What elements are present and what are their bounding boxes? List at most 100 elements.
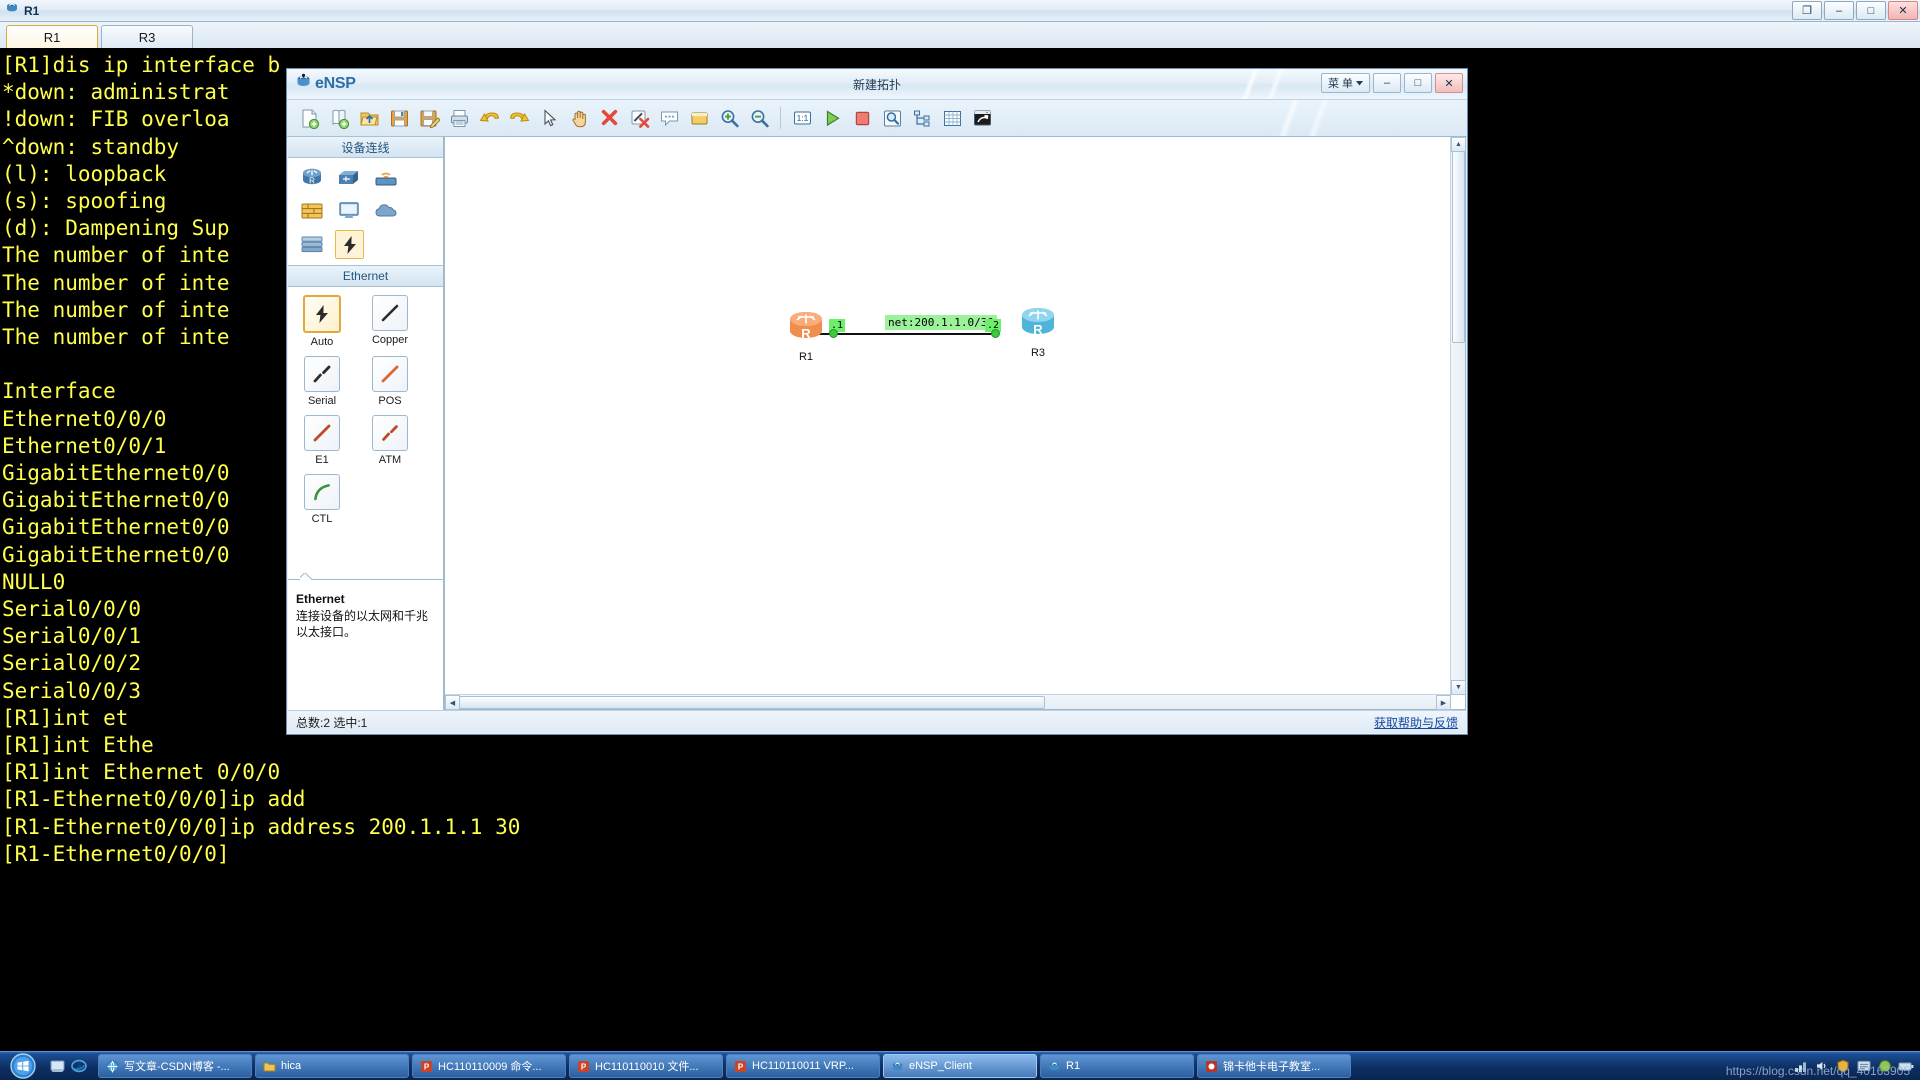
scroll-right-icon[interactable]: ▶ — [1436, 695, 1451, 710]
terminal-tab-r1[interactable]: R1 — [6, 25, 98, 49]
task-label-5: eNSP_Client — [909, 1060, 972, 1072]
terminal-close-button[interactable]: ✕ — [1888, 1, 1918, 20]
topology-tree-icon[interactable] — [908, 104, 936, 132]
ensp-menu-label: 菜 单 — [1327, 78, 1353, 90]
topology-node-r3-label: R3 — [1030, 347, 1046, 359]
task-button-1[interactable]: hica — [255, 1054, 409, 1078]
pos-link-icon[interactable] — [372, 356, 408, 392]
link-left-status-dot — [829, 329, 838, 338]
task-button-3[interactable]: P HC110110010 文件... — [569, 1054, 723, 1078]
scroll-down-icon[interactable]: ▼ — [1451, 680, 1466, 695]
ensp-window: eNSP 新建拓扑 菜 单 – □ ✕ 1:1 设备连线 R Ethernet … — [286, 68, 1468, 735]
terminal-minimize-button[interactable]: – — [1824, 1, 1854, 20]
show-desktop-icon[interactable] — [46, 1054, 68, 1078]
undo-icon[interactable] — [475, 104, 503, 132]
ensp-icon — [890, 1059, 904, 1073]
task-button-5[interactable]: eNSP_Client — [883, 1054, 1037, 1078]
router-category-icon[interactable]: R — [298, 164, 325, 191]
ensp-device-icon — [5, 1, 19, 20]
open-file-icon[interactable] — [355, 104, 383, 132]
grid-icon[interactable] — [938, 104, 966, 132]
connection-item-atm[interactable]: ATM — [356, 415, 424, 466]
task-label-3: HC110110010 文件... — [595, 1061, 699, 1073]
add-shape-icon[interactable] — [685, 104, 713, 132]
ctl-link-icon[interactable] — [304, 474, 340, 510]
select-pointer-icon[interactable] — [535, 104, 563, 132]
task-label-6: R1 — [1066, 1060, 1081, 1072]
print-icon[interactable] — [445, 104, 473, 132]
scroll-left-icon[interactable]: ◀ — [445, 695, 460, 710]
task-button-0[interactable]: 写文章-CSDN博客 -... — [98, 1054, 252, 1078]
redo-icon[interactable] — [505, 104, 533, 132]
switch-category-icon[interactable] — [335, 164, 362, 191]
connection-item-serial[interactable]: Serial — [288, 356, 356, 407]
connection-item-e1[interactable]: E1 — [288, 415, 356, 466]
firewall-category-icon[interactable] — [298, 197, 325, 224]
restore-window-icon[interactable] — [968, 104, 996, 132]
canvas-horizontal-scrollbar[interactable]: ◀ ▶ — [445, 694, 1451, 710]
topology-node-r1[interactable]: R R1 — [783, 309, 829, 363]
connection-item-pos[interactable]: POS — [356, 356, 424, 407]
terminal-tab-r3[interactable]: R3 — [101, 25, 193, 48]
endpoint-category-icon[interactable] — [335, 197, 362, 224]
serial-link-icon[interactable] — [304, 356, 340, 392]
topology-canvas[interactable]: net:200.1.1.0/30 R R1 .1 R R3 .2 — [445, 137, 1451, 695]
toolbar-separator — [780, 107, 781, 129]
wlan-category-icon[interactable] — [372, 164, 399, 191]
ensp-toolbar: 1:1 — [287, 100, 1467, 137]
auto-link-icon[interactable] — [303, 295, 341, 333]
ensp-menu-button[interactable]: 菜 单 — [1320, 73, 1370, 93]
svg-text:R: R — [309, 176, 315, 185]
connection-item-auto[interactable]: Auto — [288, 295, 356, 348]
svg-text:P: P — [580, 1062, 586, 1071]
canvas-vertical-scrollbar[interactable]: ▲ ▼ — [1450, 137, 1466, 695]
other-device-category-icon[interactable] — [298, 230, 325, 257]
scroll-up-icon[interactable]: ▲ — [1451, 137, 1466, 152]
status-count-label: 总数:2 选中:1 — [296, 715, 368, 730]
pan-hand-icon[interactable] — [565, 104, 593, 132]
e1-link-icon[interactable] — [304, 415, 340, 451]
start-all-devices-icon[interactable] — [818, 104, 846, 132]
atm-link-icon[interactable] — [372, 415, 408, 451]
start-button[interactable] — [0, 1053, 46, 1079]
app-icon — [1204, 1059, 1218, 1073]
internet-explorer-icon[interactable]: e — [68, 1054, 90, 1078]
new-topology-icon[interactable] — [295, 104, 323, 132]
save-icon[interactable] — [385, 104, 413, 132]
link-right-status-dot — [991, 329, 1000, 338]
ensp-close-button[interactable]: ✕ — [1435, 73, 1463, 93]
save-as-icon[interactable] — [415, 104, 443, 132]
add-note-icon[interactable] — [655, 104, 683, 132]
connection-category-icon[interactable] — [335, 230, 364, 259]
connection-item-copper[interactable]: Copper — [356, 295, 424, 348]
task-label-7: 锦卡他卡电子教室... — [1223, 1061, 1321, 1073]
topology-node-r3[interactable]: R R3 — [1015, 305, 1061, 359]
task-button-7[interactable]: 锦卡他卡电子教室... — [1197, 1054, 1351, 1078]
device-panel-title: 设备连线 — [288, 136, 443, 158]
zoom-actual-size-icon[interactable]: 1:1 — [788, 104, 816, 132]
task-button-6[interactable]: R1 — [1040, 1054, 1194, 1078]
link-network-label: net:200.1.1.0/30 — [885, 315, 997, 330]
copper-link-icon[interactable] — [372, 295, 408, 331]
task-button-4[interactable]: P HC110110011 VRP... — [726, 1054, 880, 1078]
task-label-4: HC110110011 VRP... — [752, 1060, 854, 1072]
stop-all-devices-icon[interactable] — [848, 104, 876, 132]
vertical-scroll-thumb[interactable] — [1452, 151, 1465, 343]
svg-text:P: P — [423, 1062, 429, 1071]
zoom-in-icon[interactable] — [715, 104, 743, 132]
zoom-out-icon[interactable] — [745, 104, 773, 132]
ensp-minimize-button[interactable]: – — [1373, 73, 1401, 93]
delete-icon[interactable] — [595, 104, 623, 132]
delete-link-icon[interactable] — [625, 104, 653, 132]
terminal-maximize-button[interactable]: □ — [1856, 1, 1886, 20]
task-button-2[interactable]: P HC110110009 命令... — [412, 1054, 566, 1078]
horizontal-scroll-thumb[interactable] — [459, 696, 1045, 709]
help-feedback-link[interactable]: 获取帮助与反馈 — [1374, 714, 1458, 731]
new-from-template-icon[interactable] — [325, 104, 353, 132]
ensp-maximize-button[interactable]: □ — [1404, 73, 1432, 93]
connection-label-ctl: CTL — [311, 513, 333, 525]
packet-capture-icon[interactable] — [878, 104, 906, 132]
terminal-restore-button[interactable]: ❐ — [1792, 1, 1822, 20]
cloud-category-icon[interactable] — [372, 197, 399, 224]
connection-item-ctl[interactable]: CTL — [288, 474, 356, 525]
